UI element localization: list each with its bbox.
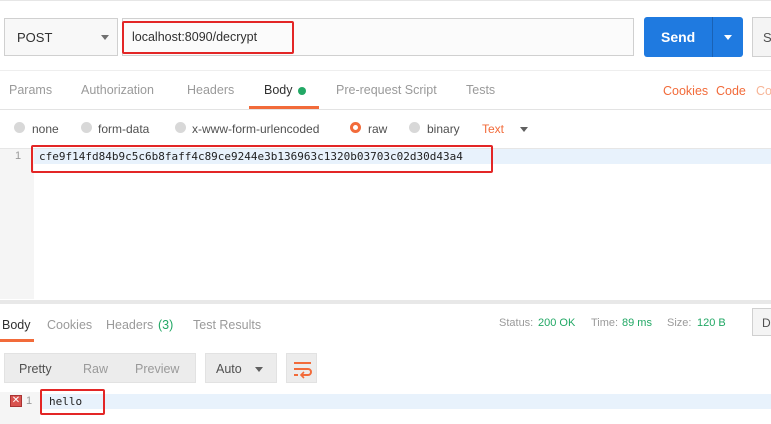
send-label: Send: [661, 29, 696, 45]
radio-none-label: none: [32, 122, 59, 136]
line-number: 1: [15, 150, 22, 162]
chevron-down-icon: [101, 35, 109, 40]
save-label: S: [763, 30, 771, 45]
radio-form-data-label: form-data: [98, 122, 150, 136]
partial-link[interactable]: Co: [756, 84, 771, 98]
radio-form-data[interactable]: [81, 122, 92, 133]
code-link[interactable]: Code: [716, 84, 746, 98]
time-value: 89 ms: [622, 317, 652, 329]
view-raw[interactable]: Raw: [83, 362, 108, 376]
response-format-select[interactable]: Auto: [205, 353, 277, 383]
response-tab-underline: [0, 339, 34, 342]
response-tab-test-results[interactable]: Test Results: [193, 318, 261, 332]
tab-params[interactable]: Params: [9, 83, 52, 97]
radio-raw-label: raw: [368, 122, 388, 136]
download-label: D: [762, 316, 771, 330]
editor-highlight: [31, 145, 493, 173]
format-select[interactable]: Text: [482, 122, 504, 136]
chevron-down-icon[interactable]: [520, 127, 528, 132]
response-format-label: Auto: [216, 362, 242, 376]
status-value: 200 OK: [538, 317, 576, 329]
size-value: 120 B: [697, 317, 726, 329]
response-highlight: [40, 389, 105, 415]
response-tab-body[interactable]: Body: [2, 318, 31, 332]
divider: [712, 17, 713, 57]
chevron-down-icon: [255, 367, 263, 372]
fold-close-icon[interactable]: ✕: [10, 395, 22, 407]
method-select[interactable]: POST: [4, 18, 118, 56]
response-tab-cookies[interactable]: Cookies: [47, 318, 92, 332]
send-button[interactable]: Send: [644, 17, 743, 57]
response-line-number: 1: [26, 395, 33, 407]
radio-urlencoded[interactable]: [175, 122, 186, 133]
wrap-lines-icon: [294, 362, 312, 379]
time-label: Time:: [591, 317, 619, 329]
chevron-down-icon[interactable]: [724, 35, 732, 40]
view-mode-group: Pretty Raw Preview: [4, 353, 196, 383]
tab-pre-request-script[interactable]: Pre-request Script: [336, 83, 437, 97]
tab-tests[interactable]: Tests: [466, 83, 495, 97]
editor-gutter: [0, 149, 34, 299]
tab-body[interactable]: Body: [264, 83, 293, 97]
view-preview[interactable]: Preview: [135, 362, 179, 376]
headers-count: (3): [158, 318, 174, 332]
view-pretty[interactable]: Pretty: [19, 362, 52, 376]
method-label: POST: [17, 30, 53, 45]
tab-active-underline: [249, 106, 319, 109]
size-label: Size:: [667, 317, 692, 329]
radio-raw[interactable]: [350, 122, 361, 133]
tab-headers[interactable]: Headers: [187, 83, 234, 97]
radio-binary-label: binary: [427, 122, 460, 136]
status-label: Status:: [499, 317, 534, 329]
download-button[interactable]: D: [752, 308, 771, 336]
tab-authorization[interactable]: Authorization: [81, 83, 154, 97]
radio-none[interactable]: [14, 122, 25, 133]
url-highlight: [122, 21, 294, 54]
body-indicator-dot: [298, 87, 306, 95]
radio-urlencoded-label: x-www-form-urlencoded: [192, 122, 320, 136]
response-active-line: [40, 394, 771, 409]
cookies-link[interactable]: Cookies: [663, 84, 708, 98]
response-tab-headers[interactable]: Headers: [106, 318, 153, 332]
wrap-lines-button[interactable]: [286, 353, 317, 383]
pane-divider[interactable]: [0, 300, 771, 304]
radio-binary[interactable]: [409, 122, 420, 133]
save-button[interactable]: S: [752, 17, 771, 57]
